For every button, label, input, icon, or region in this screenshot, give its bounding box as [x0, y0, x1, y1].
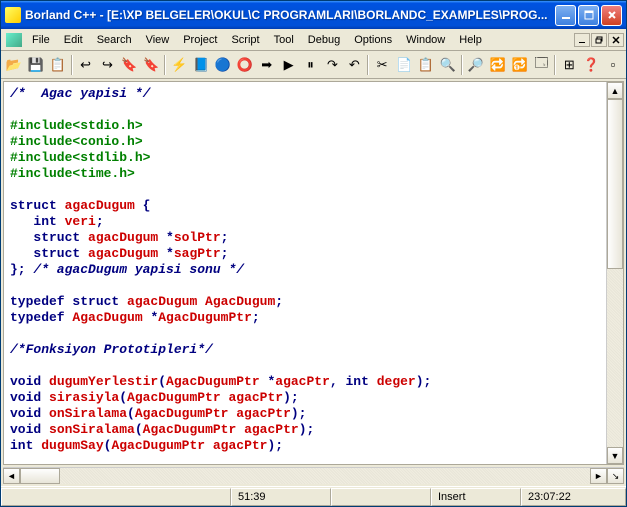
status-message	[1, 488, 231, 506]
replace-next-icon[interactable]: 🗔	[530, 54, 552, 76]
minimize-button[interactable]	[555, 5, 576, 26]
menu-tool[interactable]: Tool	[267, 32, 301, 48]
debug-icon[interactable]: ▶	[278, 54, 300, 76]
status-time: 23:07:22	[521, 488, 626, 506]
code-line	[10, 182, 600, 198]
code-line: /* Agac yapisi */	[10, 86, 600, 102]
window-controls	[555, 5, 622, 26]
code-line: void dugumYerlestir(AgacDugumPtr *agacPt…	[10, 374, 600, 390]
code-line: struct agacDugum *sagPtr;	[10, 246, 600, 262]
scroll-track-h[interactable]	[20, 468, 590, 484]
vertical-scrollbar[interactable]: ▲ ▼	[606, 82, 623, 464]
code-line: #include<stdio.h>	[10, 118, 600, 134]
find-next-icon[interactable]: 🔁	[487, 54, 509, 76]
code-line: /*Fonksiyon Prototipleri*/	[10, 342, 600, 358]
code-line	[10, 326, 600, 342]
code-line: #include<time.h>	[10, 166, 600, 182]
status-modified	[331, 488, 431, 506]
compile-icon[interactable]: ⚡	[168, 54, 190, 76]
undo-icon[interactable]: ✂	[371, 54, 393, 76]
cascade-icon[interactable]: ❓	[580, 54, 602, 76]
menu-project[interactable]: Project	[176, 32, 224, 48]
copy-icon[interactable]: 📋	[415, 54, 437, 76]
menu-debug[interactable]: Debug	[301, 32, 347, 48]
mdi-controls	[574, 33, 624, 47]
code-line: #include<stdlib.h>	[10, 150, 600, 166]
find-icon[interactable]: 🔎	[465, 54, 487, 76]
save-all-icon[interactable]: 📋	[47, 54, 69, 76]
close-button[interactable]	[601, 5, 622, 26]
scroll-thumb-v[interactable]	[607, 99, 623, 269]
code-line	[10, 278, 600, 294]
horizontal-scrollbar[interactable]: ◄ ► ↘	[3, 467, 624, 484]
help-icon[interactable]: ▫	[602, 54, 624, 76]
code-line: void onSiralama(AgacDugumPtr agacPtr);	[10, 406, 600, 422]
scroll-thumb-h[interactable]	[20, 468, 60, 484]
menu-options[interactable]: Options	[347, 32, 399, 48]
app-window: Borland C++ - [E:\XP BELGELER\OKUL\C PRO…	[0, 0, 627, 507]
bookmark1-icon[interactable]: 🔖	[118, 54, 140, 76]
open-file-icon[interactable]: 📂	[3, 54, 25, 76]
menubar: FileEditSearchViewProjectScriptToolDebug…	[1, 29, 626, 51]
scroll-up-button[interactable]: ▲	[607, 82, 623, 99]
code-line: int veri;	[10, 214, 600, 230]
editor-area: /* Agac yapisi */ #include<stdio.h>#incl…	[3, 81, 624, 465]
menu-help[interactable]: Help	[452, 32, 489, 48]
code-line: struct agacDugum {	[10, 198, 600, 214]
code-line: typedef AgacDugum *AgacDugumPtr;	[10, 310, 600, 326]
scroll-extra-button[interactable]: ↘	[607, 468, 624, 484]
menu-edit[interactable]: Edit	[57, 32, 90, 48]
jump-back-icon[interactable]: ↩	[75, 54, 97, 76]
code-line: #include<conio.h>	[10, 134, 600, 150]
mdi-close-button[interactable]	[608, 33, 624, 47]
code-line: int dugumSay(AgacDugumPtr agacPtr);	[10, 438, 600, 454]
replace-icon[interactable]: 🔂	[509, 54, 531, 76]
app-icon	[5, 7, 21, 23]
make-icon[interactable]: 📘	[190, 54, 212, 76]
code-line: void sonSiralama(AgacDugumPtr agacPtr);	[10, 422, 600, 438]
stop-icon[interactable]: ⭕	[234, 54, 256, 76]
status-cursor: 51:39	[231, 488, 331, 506]
scroll-left-button[interactable]: ◄	[3, 468, 20, 484]
mdi-restore-button[interactable]	[591, 33, 607, 47]
new-win-icon[interactable]: ⊞	[558, 54, 580, 76]
step-over-icon[interactable]: ↷	[321, 54, 343, 76]
status-mode: Insert	[431, 488, 521, 506]
save-file-icon[interactable]: 💾	[25, 54, 47, 76]
window-title: Borland C++ - [E:\XP BELGELER\OKUL\C PRO…	[25, 8, 555, 22]
build-icon[interactable]: 🔵	[212, 54, 234, 76]
code-line: }; /* agacDugum yapisi sonu */	[10, 262, 600, 278]
run-icon[interactable]: ➡	[256, 54, 278, 76]
mdi-minimize-button[interactable]	[574, 33, 590, 47]
code-line: void sirasiyla(AgacDugumPtr agacPtr);	[10, 390, 600, 406]
toolbar: 📂💾📋↩↪🔖🔖⚡📘🔵⭕➡▶⏸↷↶✂📄📋🔍🔎🔁🔂🗔⊞❓▫	[1, 51, 626, 79]
scroll-track-v[interactable]	[607, 99, 623, 447]
menu-script[interactable]: Script	[224, 32, 266, 48]
cut-icon[interactable]: 📄	[393, 54, 415, 76]
bookmark2-icon[interactable]: 🔖	[140, 54, 162, 76]
code-line	[10, 102, 600, 118]
maximize-button[interactable]	[578, 5, 599, 26]
statusbar: 51:39 Insert 23:07:22	[1, 486, 626, 506]
scroll-right-button[interactable]: ►	[590, 468, 607, 484]
scroll-down-button[interactable]: ▼	[607, 447, 623, 464]
code-line: typedef struct agacDugum AgacDugum;	[10, 294, 600, 310]
menu-file[interactable]: File	[25, 32, 57, 48]
menu-window[interactable]: Window	[399, 32, 452, 48]
step-into-icon[interactable]: ↶	[343, 54, 365, 76]
menu-view[interactable]: View	[139, 32, 177, 48]
paste-icon[interactable]: 🔍	[437, 54, 459, 76]
pause-icon[interactable]: ⏸	[300, 54, 322, 76]
titlebar[interactable]: Borland C++ - [E:\XP BELGELER\OKUL\C PRO…	[1, 1, 626, 29]
jump-fwd-icon[interactable]: ↪	[97, 54, 119, 76]
code-line	[10, 358, 600, 374]
menu-search[interactable]: Search	[90, 32, 139, 48]
document-icon	[6, 33, 22, 47]
code-line: struct agacDugum *solPtr;	[10, 230, 600, 246]
code-editor[interactable]: /* Agac yapisi */ #include<stdio.h>#incl…	[4, 82, 606, 464]
